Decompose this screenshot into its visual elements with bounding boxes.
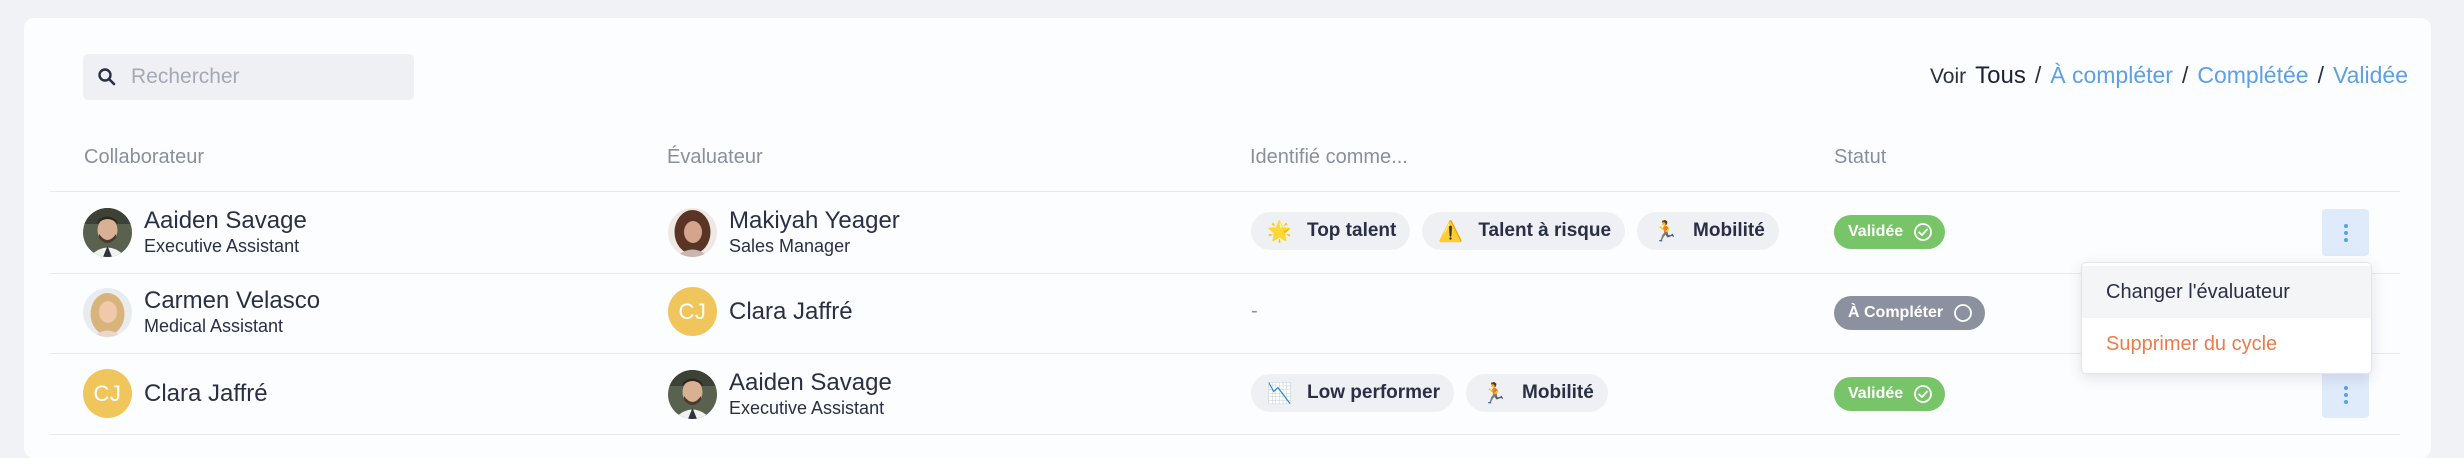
evaluateur-cell[interactable]: CJ Clara Jaffré [668,287,853,336]
row-actions-button[interactable] [2322,371,2369,418]
evaluateur-cell[interactable]: Makiyah Yeager Sales Manager [668,207,900,257]
runner-icon: 🏃 [1653,220,1678,243]
filter-a-completer[interactable]: À compléter [2050,62,2173,89]
chart-down-icon: 📉 [1267,382,1292,405]
avatar: CJ [83,369,132,418]
column-header-evaluateur: Évaluateur [667,146,763,168]
identifie-tags: 📉 Low performer 🏃 Mobilité [1251,374,1608,412]
avatar [83,207,132,257]
tag-mobilite: 🏃 Mobilité [1637,212,1779,250]
collaborateur-name: Aaiden Savage [144,207,307,234]
kebab-icon [2343,223,2348,228]
filter-voir-label: Voir [1929,65,1967,88]
collaborateur-cell: Aaiden Savage Executive Assistant [83,207,307,257]
evaluateur-name: Clara Jaffré [729,297,853,325]
check-circle-icon [1913,222,1933,242]
tag-talent-a-risque: ⚠️ Talent à risque [1422,212,1626,250]
empty-circle-icon [1953,303,1973,323]
row-actions-menu: Changer l'évaluateur Supprimer du cycle [2081,262,2372,374]
evaluateur-name: Aaiden Savage [729,369,892,396]
table-row[interactable]: Aaiden Savage Executive Assistant Makiya… [0,192,2464,272]
avatar [668,369,717,419]
identifie-tags: 🌟 Top talent ⚠️ Talent à risque 🏃 Mobili… [1251,212,1779,250]
row-divider [50,434,2400,435]
check-circle-icon [1913,384,1933,404]
search-icon [98,68,116,86]
warning-icon: ⚠️ [1438,220,1464,243]
search-box[interactable] [83,54,414,100]
status-badge: Validée [1834,215,1946,249]
collaborateur-role: Executive Assistant [144,236,300,256]
status-filter: Voir Tous / À compléter / Complétée / Va… [1929,62,2408,90]
status-badge: Validée [1834,377,1946,411]
filter-tous[interactable]: Tous [1975,62,2026,90]
tag-low-performer: 📉 Low performer [1251,374,1455,412]
evaluateur-role: Executive Assistant [729,398,885,418]
collaborateur-name: Clara Jaffré [144,379,268,407]
collaborateur-cell: CJ Clara Jaffré [83,369,268,418]
collaborateur-cell: Carmen Velasco Medical Assistant [83,287,320,337]
column-header-statut: Statut [1834,146,1887,168]
kebab-icon [2343,385,2348,390]
column-header-identifie: Identifié comme... [1250,146,1408,168]
evaluateur-cell[interactable]: Aaiden Savage Executive Assistant [668,369,892,419]
tag-mobilite: 🏃 Mobilité [1466,374,1608,412]
row-actions-button[interactable] [2322,209,2369,256]
avatar [668,207,717,257]
collaborateur-role: Medical Assistant [144,316,284,336]
collaborateur-name: Carmen Velasco [144,287,321,314]
evaluateur-name: Makiyah Yeager [729,207,900,234]
search-input[interactable] [129,64,393,90]
filter-completee[interactable]: Complétée [2197,62,2308,89]
identifie-empty: - [1251,300,1258,322]
runner-icon: 🏃 [1482,382,1507,405]
star-icon: 🌟 [1267,220,1292,243]
avatar: CJ [668,287,717,336]
evaluateur-role: Sales Manager [729,236,851,256]
filter-validee[interactable]: Validée [2333,62,2408,89]
column-header-collaborateur: Collaborateur [84,146,205,168]
avatar [83,287,132,337]
menu-item-supprimer-du-cycle[interactable]: Supprimer du cycle [2082,318,2371,370]
tag-top-talent: 🌟 Top talent [1251,212,1411,250]
menu-item-changer-evaluateur[interactable]: Changer l'évaluateur [2082,266,2371,318]
status-badge: À Compléter [1834,296,1986,330]
